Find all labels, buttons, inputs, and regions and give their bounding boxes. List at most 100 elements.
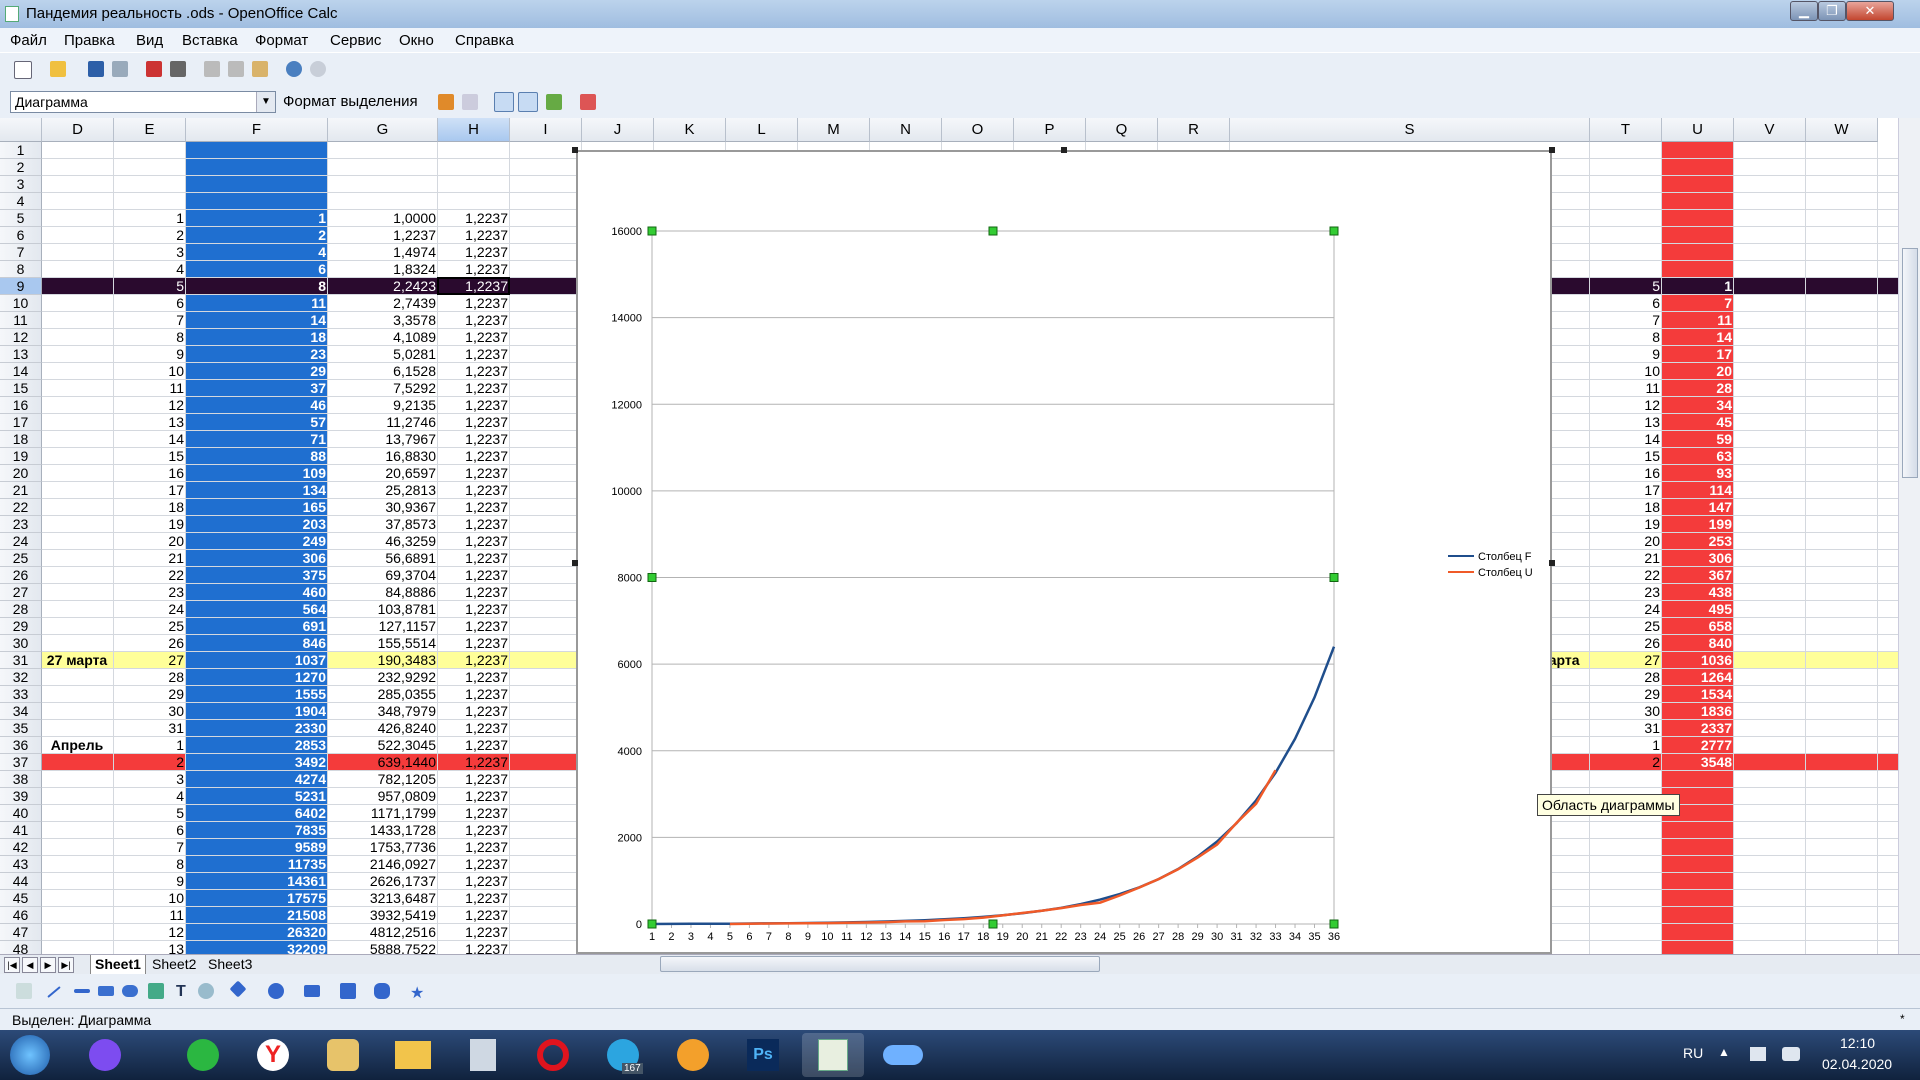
cell-g[interactable]: 639,1440 bbox=[328, 754, 438, 771]
cell-f[interactable]: 203 bbox=[186, 516, 328, 533]
cell-f[interactable]: 5231 bbox=[186, 788, 328, 805]
cell-g[interactable]: 1,8324 bbox=[328, 261, 438, 278]
cell-e[interactable]: 12 bbox=[114, 397, 186, 414]
cell-g[interactable]: 3213,6487 bbox=[328, 890, 438, 907]
cell-g[interactable]: 1171,1799 bbox=[328, 805, 438, 822]
cell-t[interactable]: 28 bbox=[1590, 669, 1662, 686]
openoffice-task[interactable] bbox=[872, 1033, 934, 1077]
selection-handle[interactable] bbox=[572, 147, 578, 153]
row-header[interactable]: 19 bbox=[0, 448, 42, 465]
cell-t[interactable]: 2 bbox=[1590, 754, 1662, 771]
row-header[interactable]: 17 bbox=[0, 414, 42, 431]
cell-f[interactable]: 26320 bbox=[186, 924, 328, 941]
chart-object[interactable]: 0 2000 4000 6000 8000 10000 12000 14000 16000 1 2 3… bbox=[576, 150, 1552, 954]
cell-e[interactable]: 29 bbox=[114, 686, 186, 703]
row-header[interactable]: 29 bbox=[0, 618, 42, 635]
cell-h[interactable]: 1,2237 bbox=[438, 890, 510, 907]
opera-icon[interactable] bbox=[522, 1033, 584, 1077]
cell-u[interactable]: 14 bbox=[1662, 329, 1734, 346]
cell-h[interactable]: 1,2237 bbox=[438, 227, 510, 244]
column-header[interactable]: I bbox=[510, 118, 582, 142]
cell-u[interactable]: 20 bbox=[1662, 363, 1734, 380]
cell-g[interactable]: 5,0281 bbox=[328, 346, 438, 363]
cell-t[interactable]: 13 bbox=[1590, 414, 1662, 431]
cell-e[interactable]: 1 bbox=[114, 210, 186, 227]
cell-g[interactable]: 4,1089 bbox=[328, 329, 438, 346]
cell-h[interactable]: 1,2237 bbox=[438, 414, 510, 431]
clock-time[interactable]: 12:10 bbox=[1840, 1035, 1875, 1051]
row-header[interactable]: 2 bbox=[0, 159, 42, 176]
cell-g[interactable]: 37,8573 bbox=[328, 516, 438, 533]
row-header[interactable]: 14 bbox=[0, 363, 42, 380]
cell-e[interactable]: 23 bbox=[114, 584, 186, 601]
cell-g[interactable]: 426,8240 bbox=[328, 720, 438, 737]
cell-t[interactable]: 12 bbox=[1590, 397, 1662, 414]
cell-f[interactable]: 249 bbox=[186, 533, 328, 550]
column-header[interactable]: Q bbox=[1086, 118, 1158, 142]
column-header[interactable]: F bbox=[186, 118, 328, 142]
menu-window[interactable]: Окно bbox=[399, 32, 434, 49]
cell-g[interactable]: 155,5514 bbox=[328, 635, 438, 652]
cell-g[interactable]: 7,5292 bbox=[328, 380, 438, 397]
row-header[interactable]: 35 bbox=[0, 720, 42, 737]
row-header[interactable]: 22 bbox=[0, 499, 42, 516]
row-header[interactable]: 18 bbox=[0, 431, 42, 448]
row-header[interactable]: 37 bbox=[0, 754, 42, 771]
cell-e[interactable]: 15 bbox=[114, 448, 186, 465]
photoshop-icon[interactable]: Ps bbox=[732, 1033, 794, 1077]
cell-f[interactable]: 6402 bbox=[186, 805, 328, 822]
cell-f[interactable]: 134 bbox=[186, 482, 328, 499]
row-header[interactable]: 46 bbox=[0, 907, 42, 924]
cell-t[interactable]: 27 bbox=[1590, 652, 1662, 669]
cell-t[interactable]: 18 bbox=[1590, 499, 1662, 516]
column-header[interactable]: H bbox=[438, 118, 510, 142]
cell-h[interactable]: 1,2237 bbox=[438, 839, 510, 856]
cell-h[interactable]: 1,2237 bbox=[438, 482, 510, 499]
row-header[interactable]: 4 bbox=[0, 193, 42, 210]
row-header[interactable]: 24 bbox=[0, 533, 42, 550]
cell-g[interactable]: 1753,7736 bbox=[328, 839, 438, 856]
menu-format[interactable]: Формат bbox=[255, 32, 308, 49]
column-header[interactable]: K bbox=[654, 118, 726, 142]
column-header[interactable]: D bbox=[42, 118, 114, 142]
cell-e[interactable]: 22 bbox=[114, 567, 186, 584]
block-arrows-icon[interactable] bbox=[304, 985, 320, 997]
cell-g[interactable]: 9,2135 bbox=[328, 397, 438, 414]
cell-t[interactable]: 15 bbox=[1590, 448, 1662, 465]
paint-icon[interactable] bbox=[312, 1033, 374, 1077]
cell-f[interactable]: 57 bbox=[186, 414, 328, 431]
cell-g[interactable]: 13,7967 bbox=[328, 431, 438, 448]
cell-g[interactable]: 782,1205 bbox=[328, 771, 438, 788]
cell-e[interactable]: 21 bbox=[114, 550, 186, 567]
cell-h[interactable]: 1,2237 bbox=[438, 312, 510, 329]
telegram-icon[interactable]: 167 bbox=[592, 1033, 654, 1077]
row-header[interactable]: 28 bbox=[0, 601, 42, 618]
cell-t[interactable]: 16 bbox=[1590, 465, 1662, 482]
format-selection-button[interactable]: Формат выделения bbox=[283, 93, 418, 110]
cell-f[interactable]: 306 bbox=[186, 550, 328, 567]
cell-g[interactable]: 285,0355 bbox=[328, 686, 438, 703]
network-icon[interactable] bbox=[1782, 1047, 1800, 1061]
row-header[interactable]: 25 bbox=[0, 550, 42, 567]
new-document-icon[interactable] bbox=[14, 61, 32, 79]
cell-h[interactable]: 1,2237 bbox=[438, 567, 510, 584]
cell-f[interactable]: 4274 bbox=[186, 771, 328, 788]
row-header[interactable]: 13 bbox=[0, 346, 42, 363]
cell-e[interactable]: 31 bbox=[114, 720, 186, 737]
column-header[interactable]: M bbox=[798, 118, 870, 142]
cell-u[interactable]: 306 bbox=[1662, 550, 1734, 567]
horizontal-scroll-thumb[interactable] bbox=[660, 956, 1100, 972]
clock-date[interactable]: 02.04.2020 bbox=[1822, 1056, 1892, 1072]
cell-e[interactable]: 12 bbox=[114, 924, 186, 941]
cell-h[interactable]: 1,2237 bbox=[438, 346, 510, 363]
row-header[interactable]: 30 bbox=[0, 635, 42, 652]
column-header[interactable]: U bbox=[1662, 118, 1734, 142]
cell-e[interactable]: 13 bbox=[114, 414, 186, 431]
cell-f[interactable]: 846 bbox=[186, 635, 328, 652]
callouts-icon[interactable] bbox=[374, 983, 390, 999]
openoffice-calc-task[interactable] bbox=[802, 1033, 864, 1077]
cell-h[interactable]: 1,2237 bbox=[438, 771, 510, 788]
cell-e[interactable]: 19 bbox=[114, 516, 186, 533]
row-header[interactable]: 42 bbox=[0, 839, 42, 856]
cell-h[interactable]: 1,2237 bbox=[438, 261, 510, 278]
